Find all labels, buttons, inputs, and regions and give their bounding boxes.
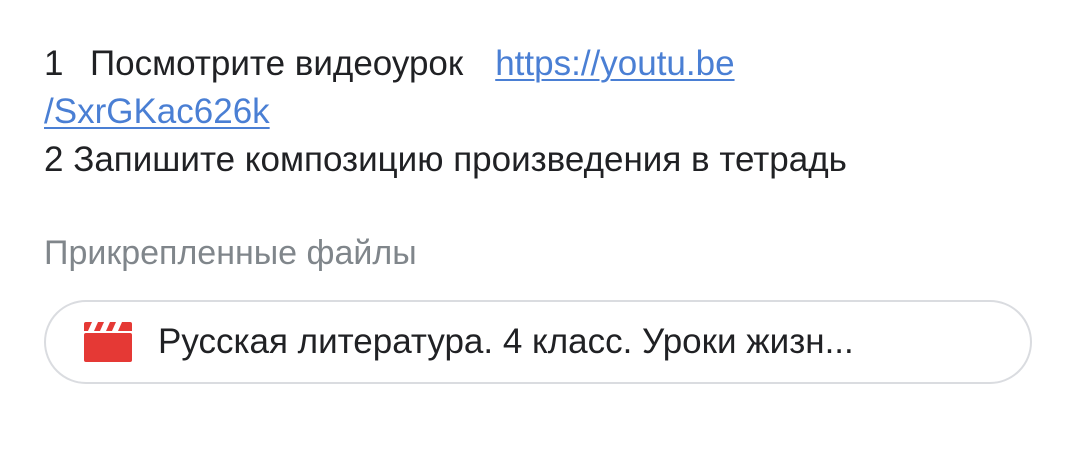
video-link-continuation[interactable]: /SxrGKac626k <box>44 92 270 131</box>
instructions-text: 1 Посмотрите видеоурок https://youtu.be /S… <box>44 40 1044 184</box>
instruction-item-2: 2 Запишите композицию произведения в тет… <box>44 136 1044 184</box>
item-text: Запишите композицию произведения в тетра… <box>73 140 847 179</box>
video-link[interactable]: https://youtu.be <box>495 44 734 83</box>
item-number: 2 <box>44 140 64 179</box>
instruction-item-1: 1 Посмотрите видеоурок https://youtu.be <box>44 40 1044 88</box>
item-text: Посмотрите видеоурок <box>90 44 464 83</box>
assignment-description: 1 Посмотрите видеоурок https://youtu.be /S… <box>44 40 1044 184</box>
attachment-title: Русская литература. 4 класс. Уроки жизн.… <box>158 322 854 361</box>
attachments-heading: Прикрепленные файлы <box>44 234 417 272</box>
attachment-chip[interactable]: Русская литература. 4 класс. Уроки жизн.… <box>44 300 1032 384</box>
video-clapperboard-icon <box>84 322 132 362</box>
instruction-link-continuation: /SxrGKac626k <box>44 88 1044 136</box>
item-number: 1 <box>44 44 64 83</box>
